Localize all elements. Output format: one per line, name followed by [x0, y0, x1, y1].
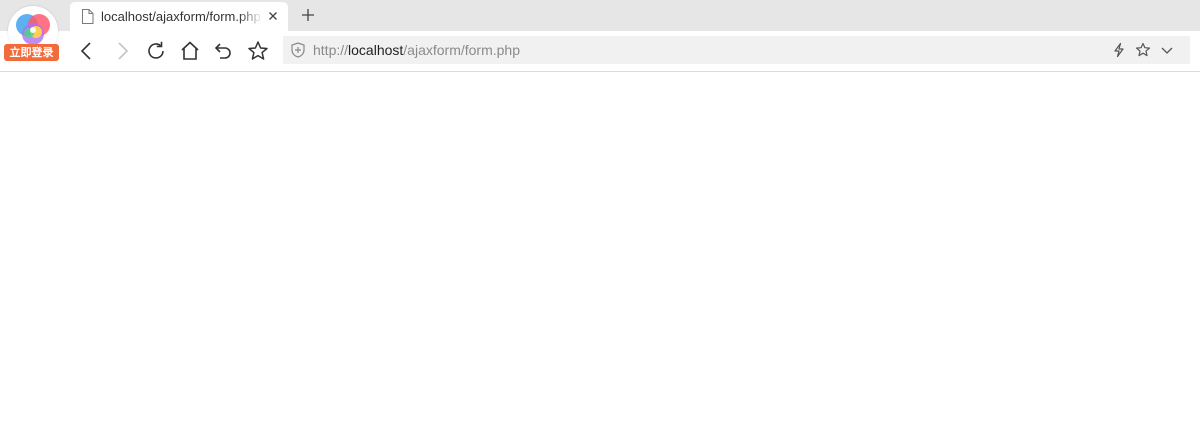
shield-icon[interactable] — [291, 42, 305, 58]
page-content — [0, 72, 1200, 435]
new-tab-icon[interactable] — [300, 7, 316, 23]
bookmark-star-icon[interactable] — [1135, 42, 1151, 58]
tab-strip: localhost/ajaxform/form.php — [0, 0, 1200, 31]
address-bar[interactable]: http://localhost/ajaxform/form.php — [283, 36, 1190, 64]
forward-icon[interactable] — [110, 39, 134, 63]
page-icon — [81, 9, 94, 24]
url-text[interactable]: http://localhost/ajaxform/form.php — [313, 41, 520, 59]
url-scheme: http:// — [313, 42, 349, 58]
browser-chrome: localhost/ajaxform/form.php 立即登录 http://… — [0, 0, 1200, 72]
chevron-down-icon[interactable] — [1159, 42, 1175, 58]
back-icon[interactable] — [75, 39, 99, 63]
lightning-icon[interactable] — [1111, 42, 1127, 58]
close-icon[interactable] — [266, 9, 280, 23]
reload-icon[interactable] — [144, 39, 168, 63]
tab-active[interactable]: localhost/ajaxform/form.php — [70, 2, 288, 31]
toolbar: http://localhost/ajaxform/form.php — [0, 31, 1200, 71]
url-host: localhost — [348, 42, 404, 58]
url-path: /ajaxform/form.php — [403, 42, 521, 58]
favorite-star-icon[interactable] — [246, 39, 270, 63]
home-icon[interactable] — [178, 39, 202, 63]
tab-title: localhost/ajaxform/form.php — [101, 9, 261, 24]
undo-close-tab-icon[interactable] — [212, 39, 236, 63]
login-button[interactable]: 立即登录 — [4, 44, 59, 61]
profile-avatar[interactable]: 立即登录 — [4, 4, 60, 62]
